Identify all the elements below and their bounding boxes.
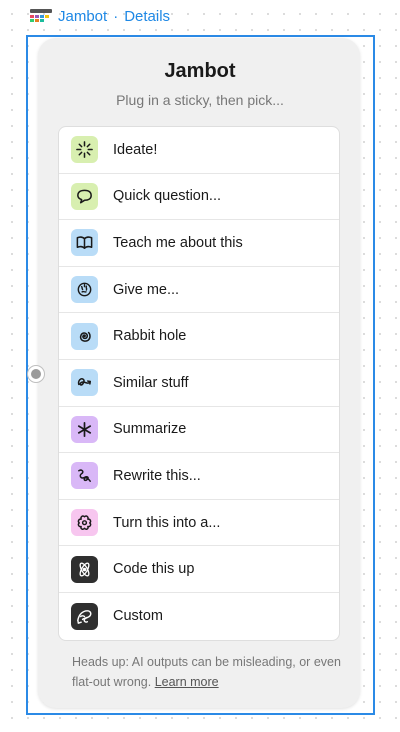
atom-icon	[71, 555, 98, 583]
flower-icon	[71, 509, 98, 537]
sparkle-burst-icon	[71, 136, 98, 164]
action-label: Summarize	[113, 421, 187, 438]
spiral-icon	[71, 322, 98, 350]
squiggle-icon	[71, 462, 98, 490]
asterisk-icon	[71, 415, 98, 443]
action-label: Rabbit hole	[113, 328, 187, 345]
action-label: Custom	[113, 608, 163, 625]
app-name-link[interactable]: Jambot	[58, 8, 107, 25]
action-label: Rewrite this...	[113, 467, 201, 484]
action-label: Give me...	[113, 281, 180, 298]
custom-scribble-icon	[71, 602, 98, 630]
action-label: Ideate!	[113, 141, 158, 158]
details-link[interactable]: Details	[124, 8, 170, 25]
action-summarize[interactable]: Summarize	[59, 407, 339, 454]
action-custom[interactable]: Custom	[59, 593, 339, 640]
action-turn-this-into[interactable]: Turn this into a...	[59, 500, 339, 547]
action-rabbit-hole[interactable]: Rabbit hole	[59, 313, 339, 360]
action-rewrite-this[interactable]: Rewrite this...	[59, 453, 339, 500]
disclaimer: Heads up: AI outputs can be misleading, …	[72, 652, 342, 692]
open-book-icon	[71, 229, 98, 257]
action-quick-question[interactable]: Quick question...	[59, 174, 339, 221]
action-ideate[interactable]: Ideate!	[59, 127, 339, 174]
action-similar-stuff[interactable]: Similar stuff	[59, 360, 339, 407]
widget-header: Jambot · Details	[30, 6, 170, 26]
widget-title: Jambot	[164, 60, 236, 82]
jambot-app-icon	[30, 9, 52, 22]
widget-subtitle: Plug in a sticky, then pick...	[116, 92, 284, 108]
connector-handle[interactable]	[28, 366, 44, 382]
header-separator: ·	[113, 7, 119, 25]
action-code-this-up[interactable]: Code this up	[59, 546, 339, 593]
action-label: Similar stuff	[113, 374, 189, 391]
learn-more-link[interactable]: Learn more	[155, 675, 219, 689]
loop-arrow-icon	[71, 369, 98, 397]
brain-icon	[71, 276, 98, 304]
action-label: Teach me about this	[113, 234, 243, 251]
action-label: Code this up	[113, 561, 195, 578]
action-label: Quick question...	[113, 188, 221, 205]
action-list: Ideate! Quick question... Teach me about…	[58, 126, 340, 641]
action-teach-me[interactable]: Teach me about this	[59, 220, 339, 267]
speech-bubble-icon	[71, 182, 98, 210]
action-label: Turn this into a...	[113, 514, 221, 531]
action-give-me[interactable]: Give me...	[59, 267, 339, 314]
